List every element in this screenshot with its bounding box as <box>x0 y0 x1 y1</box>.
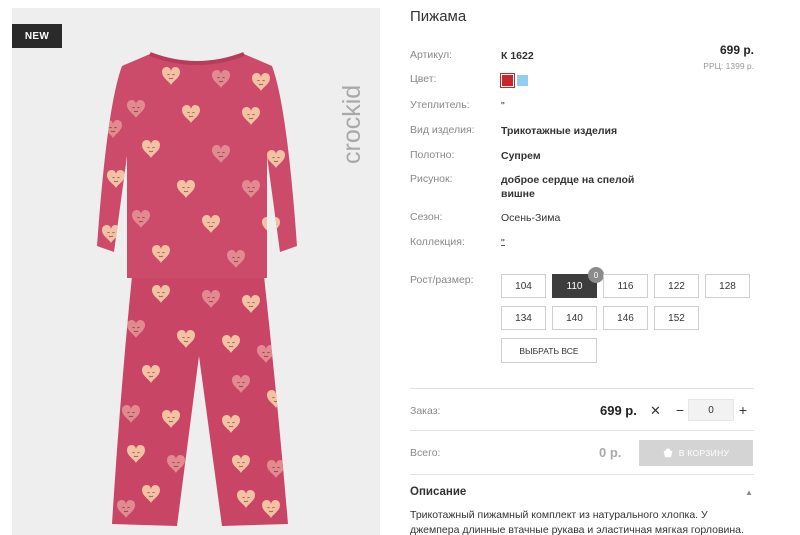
recommended-retail-price: РРЦ: 1399 р. <box>703 61 754 71</box>
spec-value: Супрем <box>501 150 541 162</box>
total-label: Всего: <box>410 447 441 459</box>
crockid-logo-icon: crockid <box>338 85 366 164</box>
divider <box>410 430 754 431</box>
spec-label: Вид изделия: <box>410 124 475 136</box>
spec-value: К 1622 <box>501 50 534 62</box>
product-title: Пижама <box>410 8 467 25</box>
new-badge: NEW <box>12 24 62 48</box>
pajama-photo <box>97 52 297 526</box>
remove-order-icon[interactable]: ✕ <box>650 403 661 419</box>
quantity-increase-button[interactable]: + <box>736 401 750 419</box>
add-to-cart-label: В КОРЗИНУ <box>678 448 730 458</box>
brand-logo: crockid <box>338 16 366 166</box>
spec-label: Коллекция: <box>410 236 465 248</box>
size-option-122[interactable]: 122 <box>654 274 699 298</box>
size-option-134[interactable]: 134 <box>501 306 546 330</box>
product-price: 699 р. <box>719 43 754 57</box>
order-label: Заказ: <box>410 405 441 417</box>
size-option-128[interactable]: 128 <box>705 274 750 298</box>
spec-label: Полотно: <box>410 149 455 161</box>
spec-label: Сезон: <box>410 211 443 223</box>
size-option-146[interactable]: 146 <box>603 306 648 330</box>
description-text: Трикотажный пижамный комплект из натурал… <box>410 509 744 535</box>
product-image-panel[interactable]: NEW crockid <box>12 8 380 535</box>
spec-label: Рисунок: <box>410 173 453 185</box>
collapse-caret-icon[interactable]: ▲ <box>745 488 753 497</box>
spec-label: Утеплитель: <box>410 99 470 111</box>
size-option-152[interactable]: 152 <box>654 306 699 330</box>
brand-logo-text: crockid <box>338 85 366 164</box>
size-count-badge: 0 <box>588 267 604 283</box>
order-price: 699 р. <box>600 403 637 418</box>
select-all-button[interactable]: ВЫБРАТЬ ВСЕ <box>501 338 597 363</box>
divider <box>410 388 754 389</box>
color-swatch-red[interactable] <box>500 73 515 88</box>
spec-value: " <box>501 100 505 112</box>
color-swatch-blue[interactable] <box>517 75 528 86</box>
spec-label: Цвет: <box>410 73 437 85</box>
size-label: Рост/размер: <box>410 274 474 286</box>
divider <box>410 474 754 475</box>
spec-value: Осень-Зима <box>501 212 561 224</box>
add-to-cart-button[interactable]: В КОРЗИНУ <box>639 440 753 466</box>
spec-value: доброе сердце на спелой вишне <box>501 174 635 200</box>
quantity-input[interactable] <box>688 399 734 421</box>
quantity-decrease-button[interactable]: − <box>673 401 687 419</box>
size-option-104[interactable]: 104 <box>501 274 546 298</box>
cart-icon <box>663 448 673 458</box>
spec-value: Трикотажные изделия <box>501 125 618 137</box>
size-option-116[interactable]: 116 <box>603 274 648 298</box>
total-value: 0 р. <box>599 445 622 460</box>
description-title[interactable]: Описание <box>410 486 466 498</box>
size-option-140[interactable]: 140 <box>552 306 597 330</box>
spec-value: " <box>501 237 505 249</box>
spec-label: Артикул: <box>410 49 453 61</box>
